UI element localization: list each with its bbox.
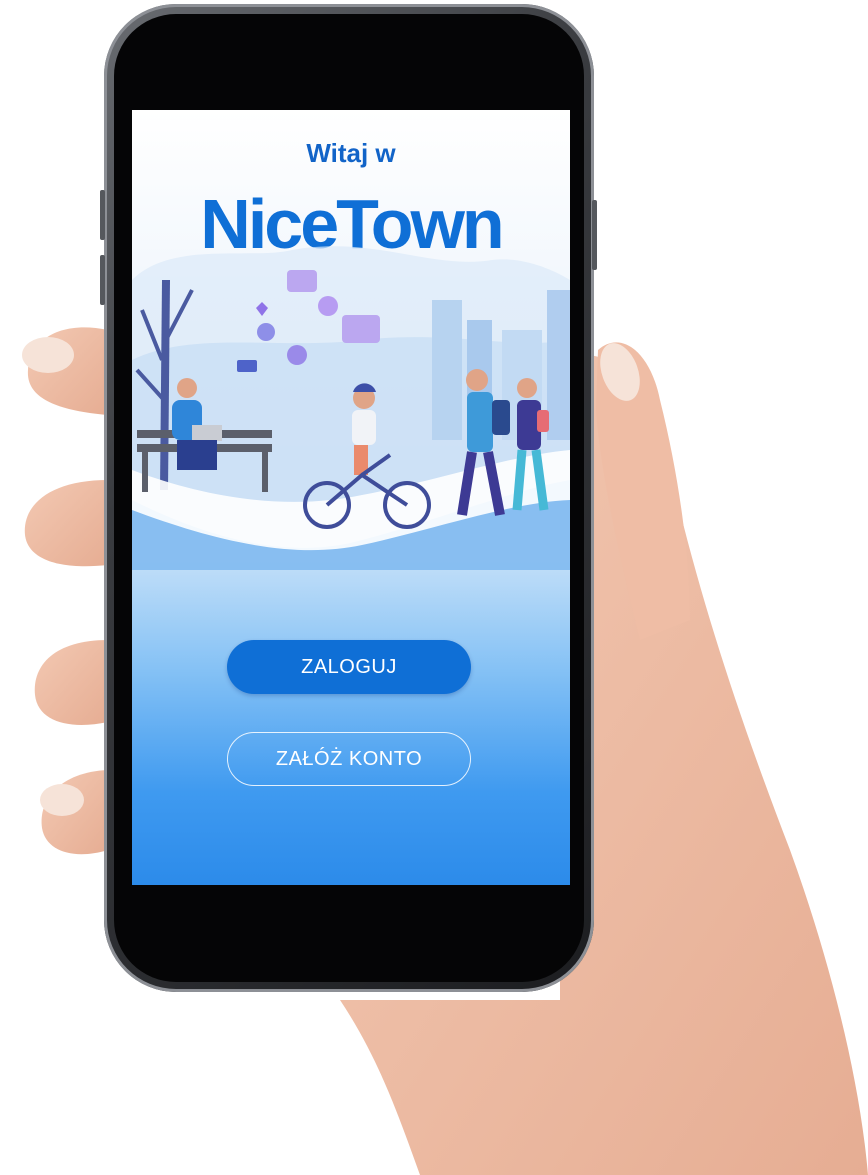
- volume-button: [100, 190, 105, 240]
- volume-button: [100, 255, 105, 305]
- register-button[interactable]: ZAŁÓŻ KONTO: [227, 732, 471, 786]
- login-button[interactable]: ZALOGUJ: [227, 640, 471, 694]
- app-screen: Witaj w NiceTown ZALOGUJ ZAŁÓŻ KONTO: [132, 110, 570, 885]
- power-button: [592, 200, 597, 270]
- welcome-text: Witaj w: [306, 138, 396, 168]
- city-park-illustration: [132, 246, 570, 570]
